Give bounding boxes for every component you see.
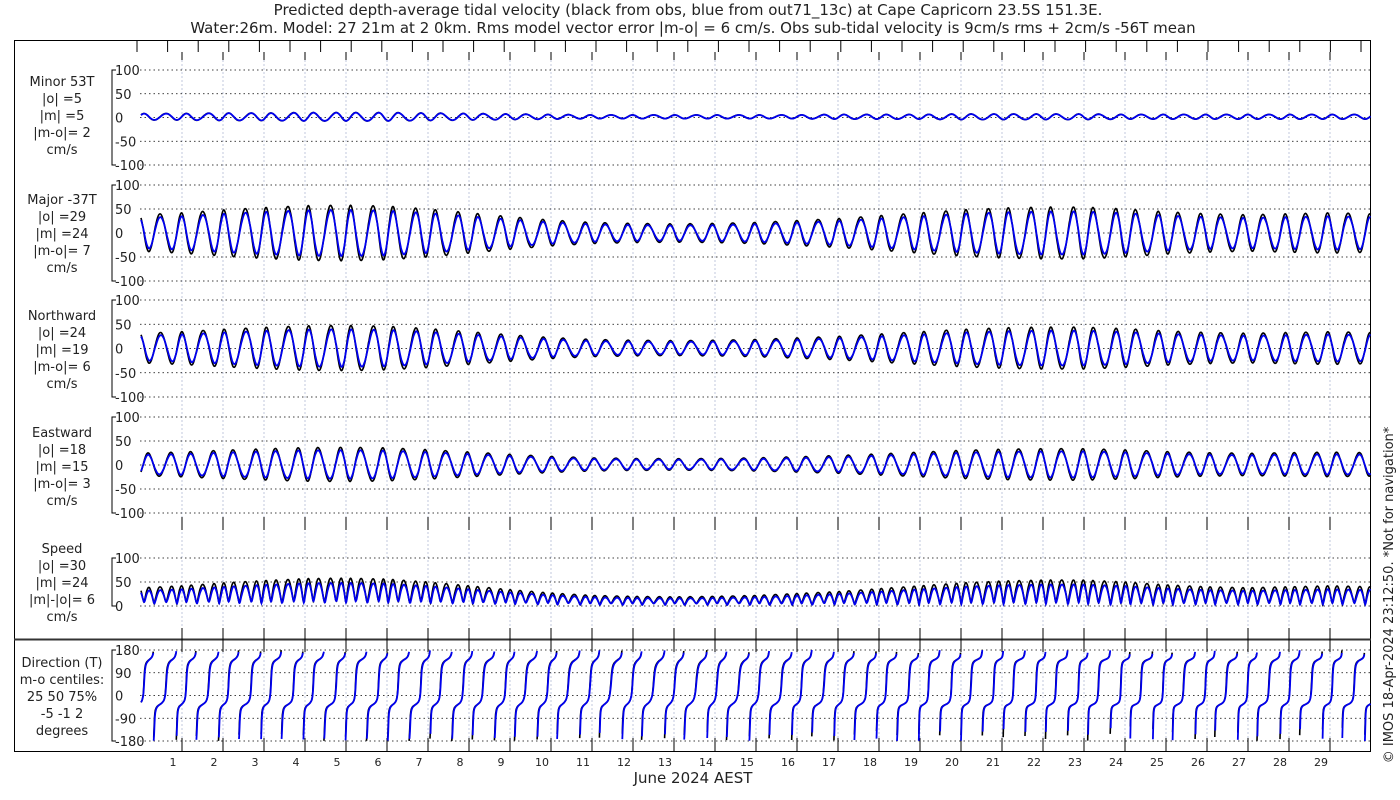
panel-label-line: cm/s [47, 377, 78, 392]
y-tick-label: 50 [115, 88, 132, 103]
y-tick-label: -50 [115, 483, 136, 498]
x-tick-label: 9 [498, 756, 505, 769]
panel-label-line: m-o centiles: [20, 673, 105, 688]
y-tick-label: -100 [115, 391, 145, 406]
panel-label-line: |m-o|= 7 [33, 244, 91, 259]
x-tick-label: 2 [211, 756, 218, 769]
y-tick-label: 100 [115, 411, 140, 426]
y-tick-label: 50 [115, 318, 132, 333]
panel-dir: Direction (T) m-o centiles: 25 50 75% -5 -1… [20, 644, 1372, 750]
panel-label-line: |m-o|= 2 [33, 126, 91, 141]
panel-label-line: cm/s [47, 143, 78, 158]
x-tick-label: 21 [986, 756, 1000, 769]
panel-label-line: |m-o|= 6 [33, 360, 91, 375]
panel-label-line: |m-o|= 3 [33, 477, 91, 492]
panel-label-line: Speed [42, 542, 83, 557]
panel-label-line: cm/s [47, 610, 78, 625]
x-tick-label: 17 [822, 756, 836, 769]
x-tick-label: 4 [293, 756, 300, 769]
panel-minor: Minor 53T |o| =5 |m| =5 |m-o|= 2 cm/s 100 50 0 -… [30, 64, 1372, 174]
y-tick-label: -100 [115, 507, 145, 522]
panel-label-line: |m| =5 [40, 109, 85, 124]
tidal-velocity-chart: Predicted depth-average tidal velocity (… [14, 1, 1397, 787]
panel-label-line: Direction (T) [22, 656, 103, 671]
panel-east: Eastward |o| =18 |m| =15 |m-o|= 3 cm/s 100 50 0… [32, 411, 1372, 522]
panel-label-line: |m| =19 [36, 343, 89, 358]
y-tick-label: -100 [115, 275, 145, 290]
x-tick-label: 14 [699, 756, 713, 769]
x-tick-label: 5 [334, 756, 341, 769]
x-tick-label: 20 [945, 756, 959, 769]
panel-label-line: |o| =24 [38, 326, 86, 341]
panel-label-line: |m| =15 [36, 460, 89, 475]
panel-label-line: Northward [28, 309, 96, 324]
x-tick-label: 18 [863, 756, 877, 769]
chart-subtitle: Water:26m. Model: 27 21m at 2 0km. Rms m… [190, 19, 1195, 37]
x-tick-label: 22 [1027, 756, 1041, 769]
y-tick-label: -100 [115, 159, 145, 174]
y-tick-label: -50 [115, 367, 136, 382]
x-tick-label: 3 [252, 756, 259, 769]
x-tick-label: 10 [535, 756, 549, 769]
y-tick-label: 0 [115, 690, 123, 705]
panel-label-line: degrees [36, 724, 89, 739]
x-tick-label: 19 [904, 756, 918, 769]
panel-label-line: |o| =30 [38, 559, 86, 574]
y-tick-label: 100 [115, 64, 140, 79]
x-tick-label: 11 [576, 756, 590, 769]
copyright-note: © IMOS 18-Apr-2024 23:12:50. *Not for na… [1382, 426, 1397, 763]
plot-frame [14, 40, 1371, 752]
panel-label-line: Eastward [32, 426, 92, 441]
y-tick-label: 100 [115, 552, 140, 567]
x-tick-label: 26 [1191, 756, 1205, 769]
x-tick-label: 27 [1232, 756, 1246, 769]
y-tick-label: 50 [115, 435, 132, 450]
x-axis-label: June 2024 AEST [633, 769, 754, 787]
y-tick-label: -50 [115, 135, 136, 150]
x-tick-label: 29 [1314, 756, 1328, 769]
panel-label-line: |m| =24 [36, 227, 89, 242]
panel-speed: Speed |o| =30 |m| =24 |m|-|o|= 6 cm/s 100 50 0 [29, 542, 1372, 625]
x-tick-label: 12 [617, 756, 631, 769]
panel-label-line: -5 -1 2 [41, 707, 83, 722]
x-tick-label: 23 [1068, 756, 1082, 769]
panel-label-line: 25 50 75% [27, 690, 97, 705]
y-tick-label: -90 [115, 712, 136, 727]
x-tick-label: 16 [781, 756, 795, 769]
panel-major: Major -37T |o| =29 |m| =24 |m-o|= 7 cm/s 100 5… [27, 179, 1372, 290]
x-tick-label: 13 [658, 756, 672, 769]
y-tick-label: 0 [115, 112, 123, 127]
x-tick-label: 1 [170, 756, 177, 769]
panel-north: Northward |o| =24 |m| =19 |m-o|= 6 cm/s 100 50… [28, 294, 1371, 406]
chart-title: Predicted depth-average tidal velocity (… [274, 1, 1103, 20]
y-tick-label: 0 [115, 459, 123, 474]
y-tick-label: 50 [115, 576, 132, 591]
panel-label-line: |m| =24 [36, 576, 89, 591]
panel-label-line: cm/s [47, 261, 78, 276]
x-tick-label: 6 [375, 756, 382, 769]
y-tick-label: 90 [115, 667, 132, 682]
y-tick-label: 50 [115, 203, 132, 218]
y-tick-label: 0 [115, 600, 123, 615]
x-tick-label: 7 [416, 756, 423, 769]
y-tick-label: 100 [115, 179, 140, 194]
y-tick-label: -50 [115, 251, 136, 266]
panel-label-line: |o| =18 [38, 443, 86, 458]
x-tick-label: 8 [457, 756, 464, 769]
panel-label-line: |o| =29 [38, 210, 86, 225]
x-tick-label: 24 [1109, 756, 1123, 769]
y-tick-label: 0 [115, 227, 123, 242]
y-tick-label: 100 [115, 294, 140, 309]
panel-label-line: Minor 53T [30, 75, 95, 90]
panel-label-line: |o| =5 [42, 92, 82, 107]
panel-label-line: cm/s [47, 494, 78, 509]
x-tick-label: 25 [1150, 756, 1164, 769]
x-tick-label: 15 [740, 756, 754, 769]
y-tick-label: 180 [115, 644, 140, 659]
x-tick-label: 28 [1273, 756, 1287, 769]
panel-label-line: Major -37T [27, 193, 96, 208]
y-tick-label: 0 [115, 343, 123, 358]
panel-label-line: |m|-|o|= 6 [29, 593, 95, 608]
y-tick-label: -180 [115, 735, 145, 750]
